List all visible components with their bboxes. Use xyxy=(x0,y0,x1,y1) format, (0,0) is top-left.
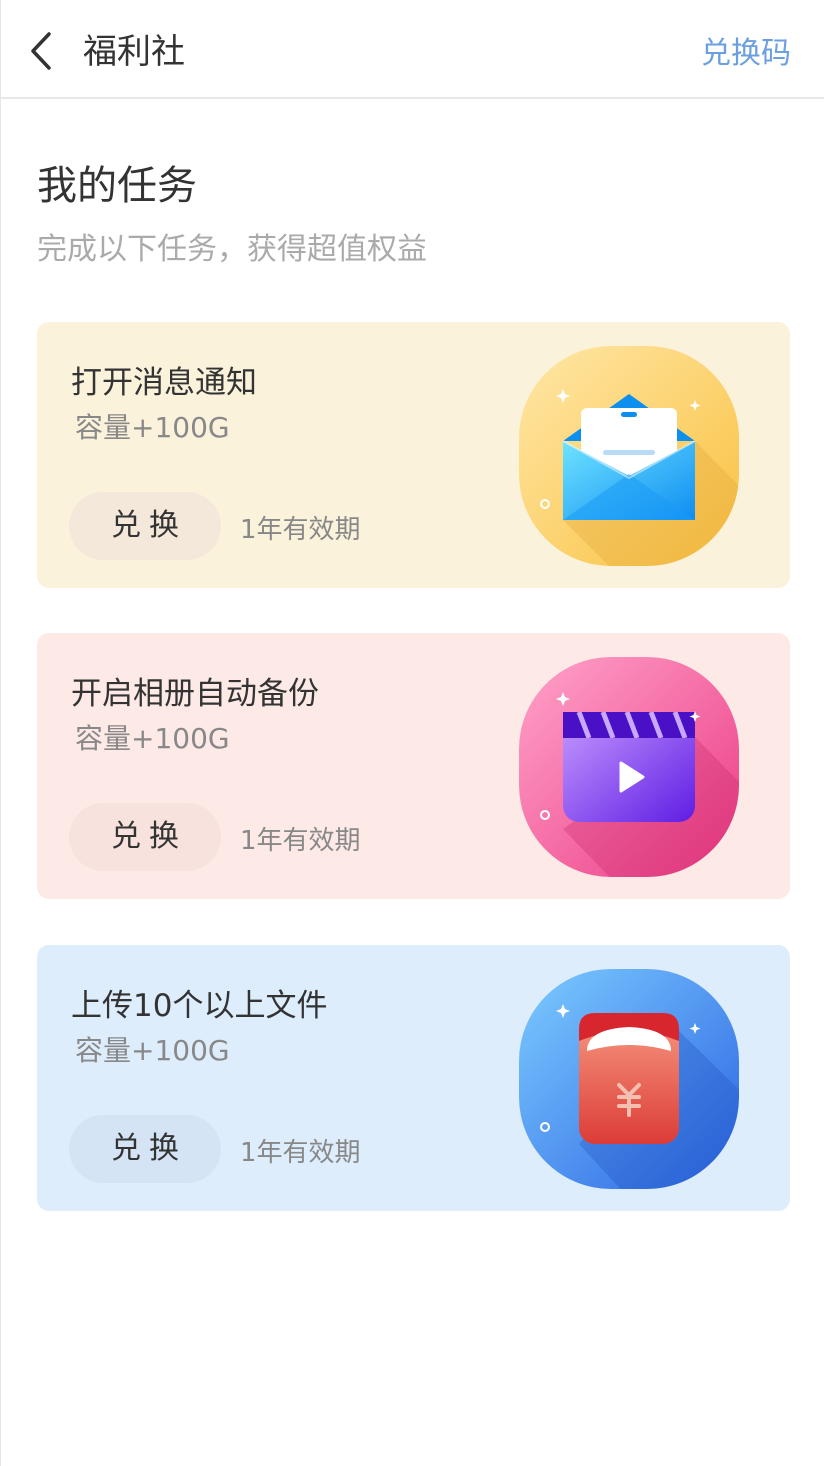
task-title: 开启相册自动备份 xyxy=(71,676,319,712)
red-envelope-icon xyxy=(519,969,739,1189)
task-reward: 容量+100G xyxy=(75,722,230,755)
task-validity: 1年有效期 xyxy=(240,515,361,545)
task-card-notification: 打开消息通知 容量+100G 兑换 1年有效期 xyxy=(37,322,790,588)
redeem-code-link[interactable]: 兑换码 xyxy=(701,34,791,74)
task-card-album-backup: 开启相册自动备份 容量+100G 兑换 1年有效期 xyxy=(37,633,790,899)
task-reward: 容量+100G xyxy=(75,1034,230,1067)
back-button[interactable] xyxy=(23,28,63,74)
task-card-upload-files: 上传10个以上文件 容量+100G 兑换 1年有效期 xyxy=(37,945,790,1211)
page-title: 福利社 xyxy=(83,32,185,72)
section-title: 我的任务 xyxy=(37,163,197,209)
task-title: 上传10个以上文件 xyxy=(71,988,328,1024)
section-subtitle: 完成以下任务，获得超值权益 xyxy=(37,232,427,267)
redeem-button[interactable]: 兑换 xyxy=(69,492,221,560)
task-validity: 1年有效期 xyxy=(240,826,361,856)
chevron-left-icon xyxy=(31,32,51,70)
top-bar: 福利社 兑换码 xyxy=(1,0,824,99)
task-validity: 1年有效期 xyxy=(240,1138,361,1168)
task-title: 打开消息通知 xyxy=(71,365,257,401)
redeem-button[interactable]: 兑换 xyxy=(69,803,221,871)
video-icon xyxy=(519,657,739,877)
envelope-icon xyxy=(519,346,739,566)
redeem-button[interactable]: 兑换 xyxy=(69,1115,221,1183)
task-reward: 容量+100G xyxy=(75,411,230,444)
